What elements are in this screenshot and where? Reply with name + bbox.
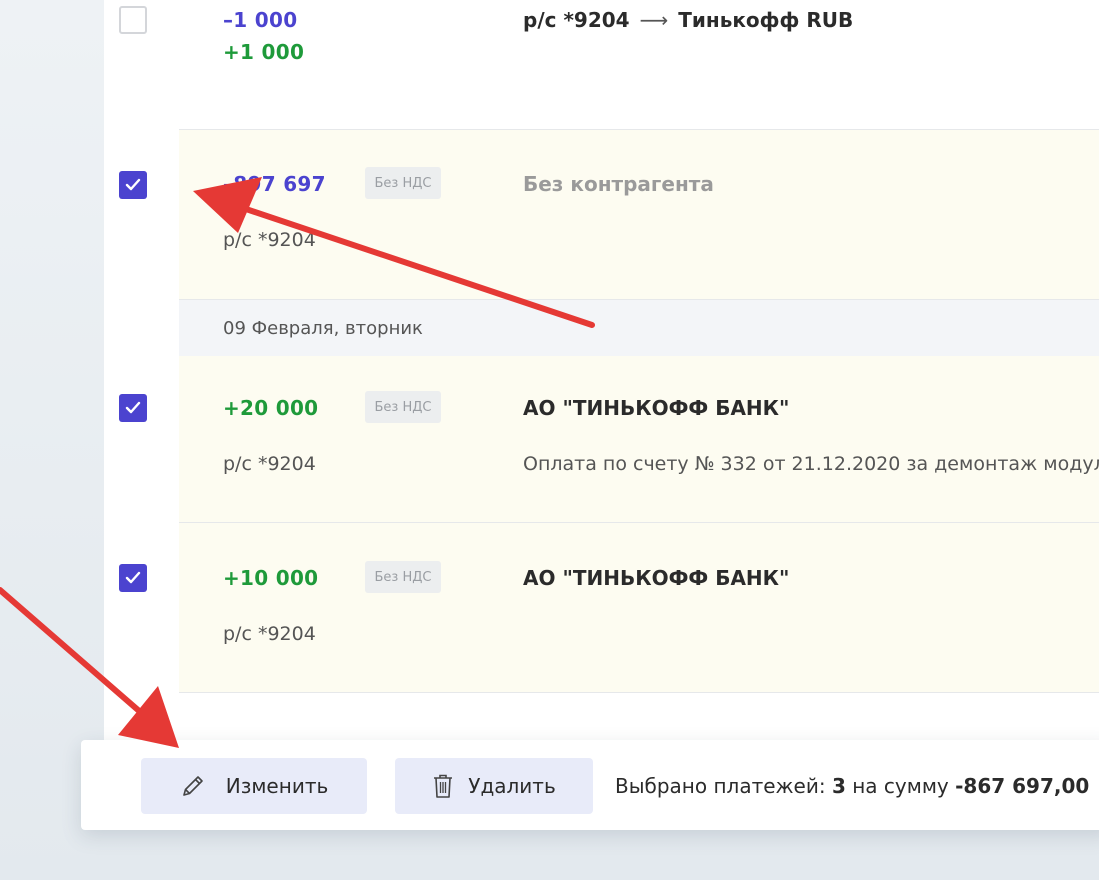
account: р/с *9204 <box>223 453 316 475</box>
table-row[interactable] <box>179 130 1099 300</box>
payment-description: Оплата по счету № 332 от 21.12.2020 за д… <box>523 453 1099 475</box>
counterparty: АО "ТИНЬКОФФ БАНК" <box>523 396 790 420</box>
date-label: 09 Февраля, вторник <box>223 318 423 339</box>
trash-icon <box>434 774 453 798</box>
row-checkbox[interactable] <box>119 394 147 422</box>
amount-in: +1 000 <box>223 40 305 64</box>
transfer-to: Тинькофф RUB <box>678 8 854 32</box>
pencil-icon <box>182 776 203 796</box>
selected-count: 3 <box>831 774 846 798</box>
vat-badge: Без НДС <box>365 167 441 199</box>
counterparty: Без контрагента <box>523 172 714 196</box>
date-group-header: 09 Февраля, вторник <box>179 300 1099 356</box>
arrow-right-icon: ⟶ <box>639 8 669 32</box>
amount: +20 000 <box>223 396 319 420</box>
row-checkbox[interactable] <box>119 6 147 34</box>
checkmark-icon <box>125 401 141 414</box>
amount-out: –1 000 <box>223 8 298 32</box>
row-checkbox[interactable] <box>119 564 147 592</box>
checkmark-icon <box>125 571 141 584</box>
transfer-route[interactable]: р/с *9204 ⟶ Тинькофф RUB <box>523 8 853 32</box>
account: р/с *9204 <box>223 229 316 251</box>
sum-prefix: на сумму <box>845 774 956 798</box>
selected-sum: -867 697,00 <box>955 774 1090 798</box>
selection-summary: Выбрано платежей: 3 на сумму -867 697,00 <box>615 774 1089 798</box>
vat-badge: Без НДС <box>365 561 441 593</box>
bulk-action-bar: Изменить Удалить Выбрано платежей: 3 на … <box>81 740 1099 830</box>
selected-prefix: Выбрано платежей: <box>615 774 832 798</box>
account: р/с *9204 <box>223 623 316 645</box>
transfer-from: р/с *9204 <box>523 8 630 32</box>
edit-button-label: Изменить <box>225 774 329 798</box>
delete-button-label: Удалить <box>468 774 556 798</box>
checkmark-icon <box>125 178 141 191</box>
row-checkbox[interactable] <box>119 171 147 199</box>
delete-button[interactable]: Удалить <box>395 758 593 814</box>
counterparty: АО "ТИНЬКОФФ БАНК" <box>523 566 790 590</box>
table-row[interactable] <box>179 523 1099 693</box>
table-row[interactable] <box>179 356 1099 523</box>
amount: –897 697 <box>223 172 326 196</box>
edit-button[interactable]: Изменить <box>141 758 367 814</box>
amount: +10 000 <box>223 566 319 590</box>
vat-badge: Без НДС <box>365 391 441 423</box>
